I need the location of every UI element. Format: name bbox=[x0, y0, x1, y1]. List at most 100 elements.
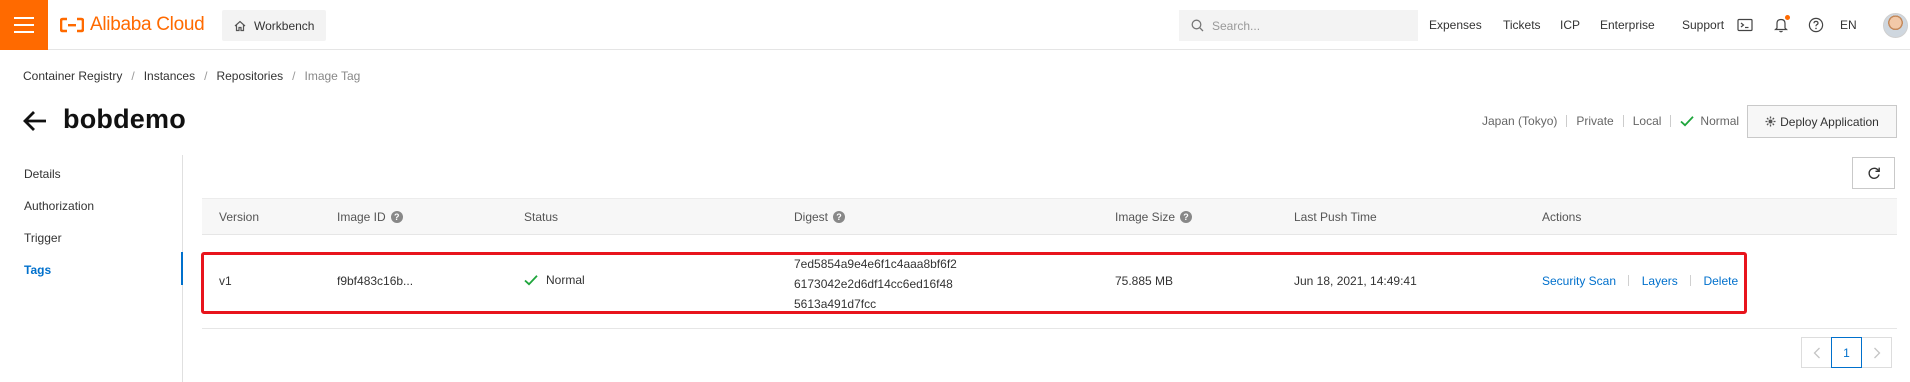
hamburger-icon-line bbox=[14, 31, 34, 33]
topnav-expenses-link[interactable]: Expenses bbox=[1429, 18, 1482, 32]
topnav-support-link[interactable]: Support bbox=[1682, 18, 1724, 32]
back-arrow-icon[interactable] bbox=[22, 109, 48, 133]
column-header-label: Digest bbox=[794, 210, 829, 224]
topnav-icp[interactable]: ICP bbox=[1560, 0, 1580, 50]
workbench-label: Workbench bbox=[254, 18, 315, 33]
sidenav-item-trigger[interactable]: Trigger bbox=[24, 231, 62, 245]
column-header-label: Image ID bbox=[337, 210, 386, 224]
page-button-1[interactable]: 1 bbox=[1831, 337, 1862, 368]
help-icon[interactable]: ? bbox=[1180, 211, 1193, 223]
prev-page-button[interactable] bbox=[1801, 337, 1832, 368]
topnav-enterprise[interactable]: Enterprise bbox=[1600, 0, 1655, 50]
refresh-button[interactable] bbox=[1852, 157, 1895, 189]
column-header-actions: Actions bbox=[1542, 210, 1581, 224]
search-input[interactable] bbox=[1212, 18, 1402, 33]
digest-line: 7ed5854a9e4e6f1c4aaa8bf6f2 bbox=[794, 257, 957, 271]
layers-link[interactable]: Layers bbox=[1642, 274, 1678, 288]
notifications-button[interactable] bbox=[1771, 15, 1791, 35]
breadcrumb-instances[interactable]: Instances bbox=[144, 69, 195, 83]
notification-dot bbox=[1785, 15, 1790, 20]
column-header-image-id: Image ID ? bbox=[337, 210, 403, 224]
cell-actions: Security Scan Layers Delete bbox=[1542, 274, 1738, 288]
cell-image-id: f9bf483c16b... bbox=[337, 274, 414, 288]
breadcrumb: Container Registry / Instances / Reposit… bbox=[23, 69, 360, 83]
sidenav-item-tags[interactable]: Tags bbox=[24, 263, 51, 277]
cell-status-label: Normal bbox=[546, 273, 585, 287]
column-header-label: Version bbox=[219, 210, 260, 224]
column-header-status: Status bbox=[524, 210, 558, 224]
next-page-button[interactable] bbox=[1861, 337, 1892, 368]
column-header-last-push-time: Last Push Time bbox=[1294, 210, 1377, 224]
meta-divider bbox=[1670, 115, 1672, 127]
digest-line: 6173042e2d6df14cc6ed16f48 bbox=[794, 277, 953, 291]
help-icon[interactable]: ? bbox=[390, 211, 403, 223]
breadcrumb-container-registry[interactable]: Container Registry bbox=[23, 69, 122, 83]
deploy-application-button[interactable]: Deploy Application bbox=[1747, 105, 1897, 138]
search-box[interactable] bbox=[1179, 10, 1418, 41]
column-header-image-size: Image Size ? bbox=[1115, 210, 1193, 224]
top-bar: Alibaba Cloud Workbench Expenses Tickets… bbox=[0, 0, 1910, 50]
chevron-left-icon bbox=[1813, 347, 1820, 358]
pagination: 1 bbox=[1801, 337, 1892, 368]
sidenav-item-details[interactable]: Details bbox=[24, 167, 61, 181]
search-icon bbox=[1191, 19, 1204, 32]
topnav-support[interactable]: Support bbox=[1682, 0, 1724, 50]
chevron-right-icon bbox=[1873, 347, 1880, 358]
workbench-button[interactable]: Workbench bbox=[222, 10, 327, 41]
side-nav: Details Authorization Trigger Tags bbox=[0, 155, 183, 382]
digest-line: 5613a491d7fcc bbox=[794, 297, 877, 311]
avatar[interactable] bbox=[1883, 13, 1908, 38]
sidenav-active-indicator bbox=[181, 252, 183, 285]
meta-divider bbox=[1622, 115, 1624, 127]
logo-text: Alibaba Cloud bbox=[90, 14, 205, 35]
topnav-icp-link[interactable]: ICP bbox=[1560, 18, 1580, 32]
terminal-icon bbox=[1737, 18, 1753, 32]
hamburger-icon-line bbox=[14, 17, 34, 19]
sidenav-item-authorization[interactable]: Authorization bbox=[24, 199, 94, 213]
breadcrumb-image-tag: Image Tag bbox=[304, 69, 361, 83]
breadcrumb-repositories[interactable]: Repositories bbox=[216, 69, 283, 83]
hamburger-menu-button[interactable] bbox=[0, 0, 48, 50]
help-icon[interactable]: ? bbox=[833, 211, 846, 223]
column-header-label: Status bbox=[524, 210, 559, 224]
topnav-enterprise-link[interactable]: Enterprise bbox=[1600, 18, 1655, 32]
refresh-icon bbox=[1867, 167, 1880, 179]
breadcrumb-separator: / bbox=[292, 69, 296, 83]
action-separator bbox=[1690, 275, 1692, 286]
cell-last-push-time: Jun 18, 2021, 14:49:41 bbox=[1294, 274, 1417, 288]
language-label[interactable]: EN bbox=[1840, 18, 1857, 32]
topnav-expenses[interactable]: Expenses bbox=[1429, 0, 1482, 50]
cell-status: Normal bbox=[524, 273, 585, 287]
breadcrumb-separator: / bbox=[131, 69, 135, 83]
cell-version: v1 bbox=[219, 274, 232, 288]
deploy-application-label: Deploy Application bbox=[1780, 114, 1879, 129]
source-label: Local bbox=[1632, 114, 1662, 128]
region-label: Japan (Tokyo) bbox=[1482, 114, 1558, 128]
visibility-label: Private bbox=[1576, 114, 1614, 128]
hamburger-icon-line bbox=[14, 24, 34, 26]
page-title: bobdemo bbox=[63, 104, 186, 134]
home-icon bbox=[234, 20, 246, 31]
column-header-label: Image Size bbox=[1115, 210, 1176, 224]
column-header-digest: Digest ? bbox=[794, 210, 846, 224]
table-row: v1 f9bf483c16b... Normal 7ed5854a9e4e6f1… bbox=[202, 235, 1897, 329]
check-icon bbox=[1680, 116, 1695, 127]
cell-image-size: 75.885 MB bbox=[1115, 274, 1174, 288]
delete-link[interactable]: Delete bbox=[1703, 274, 1738, 288]
help-button[interactable] bbox=[1806, 15, 1826, 35]
cell-digest: 7ed5854a9e4e6f1c4aaa8bf6f2 6173042e2d6df… bbox=[794, 254, 957, 314]
repository-status: Normal bbox=[1700, 114, 1740, 128]
language-switch[interactable]: EN bbox=[1840, 0, 1857, 50]
check-icon bbox=[524, 275, 538, 286]
help-circle-icon bbox=[1808, 17, 1824, 33]
column-header-version: Version bbox=[219, 210, 259, 224]
column-header-label: Last Push Time bbox=[1294, 210, 1377, 224]
meta-divider bbox=[1566, 115, 1568, 127]
alibaba-cloud-logo[interactable]: Alibaba Cloud bbox=[60, 14, 205, 36]
alibaba-logo-icon bbox=[60, 17, 84, 33]
terminal-button[interactable] bbox=[1735, 15, 1755, 35]
security-scan-link[interactable]: Security Scan bbox=[1542, 274, 1616, 288]
topnav-tickets-link[interactable]: Tickets bbox=[1503, 18, 1541, 32]
topnav-tickets[interactable]: Tickets bbox=[1503, 0, 1541, 50]
repository-meta: Japan (Tokyo) Private Local Normal bbox=[1482, 113, 1739, 129]
